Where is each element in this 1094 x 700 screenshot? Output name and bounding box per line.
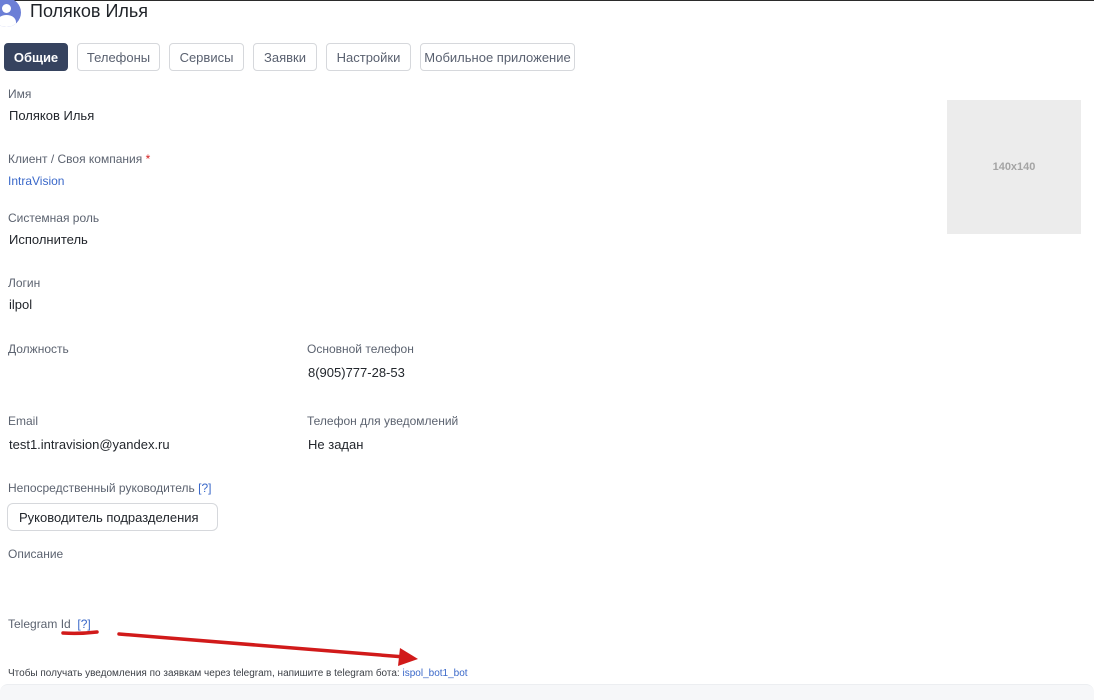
telegram-hint-text: Чтобы получать уведомления по заявкам че…: [8, 668, 400, 679]
description-label: Описание: [8, 547, 64, 561]
photo-placeholder[interactable]: 140x140: [947, 100, 1081, 234]
telegram-label: Telegram Id [?]: [8, 617, 91, 631]
annotation-underline: [61, 630, 99, 636]
position-label: Должность: [8, 342, 69, 356]
client-label: Клиент / Своя компания *: [8, 152, 151, 166]
login-label: Логин: [8, 276, 41, 290]
name-label: Имя: [8, 87, 32, 101]
notify-phone-value: Не задан: [308, 437, 364, 452]
page-title: Поляков Илья: [30, 1, 149, 21]
manager-select[interactable]: Руководитель подразделения: [7, 503, 218, 531]
manager-help-link[interactable]: [?]: [198, 481, 211, 495]
required-mark: *: [145, 152, 151, 166]
tab-mobile-app[interactable]: Мобильное приложение: [420, 43, 575, 71]
role-value: Исполнитель: [9, 232, 88, 247]
annotation-arrow-shaft: [117, 632, 407, 659]
main-phone-label: Основной телефон: [307, 342, 414, 356]
telegram-bot-link[interactable]: ispol_bot1_bot: [403, 668, 468, 679]
annotation-arrowhead: [398, 648, 418, 666]
user-avatar-icon: [0, 0, 21, 27]
name-value: Поляков Илья: [9, 108, 95, 123]
tab-services[interactable]: Сервисы: [169, 43, 244, 71]
role-label: Системная роль: [8, 211, 100, 225]
tab-bar: Общие Телефоны Сервисы Заявки Настройки …: [4, 43, 584, 71]
tab-settings[interactable]: Настройки: [326, 43, 411, 71]
telegram-hint: Чтобы получать уведомления по заявкам че…: [8, 668, 468, 679]
email-label: Email: [8, 414, 39, 428]
manager-label: Непосредственный руководитель [?]: [8, 481, 212, 495]
telegram-help-link[interactable]: [?]: [77, 617, 90, 631]
notify-phone-label: Телефон для уведомлений: [307, 414, 459, 428]
top-border: [0, 0, 1094, 1]
email-value: test1.intravision@yandex.ru: [9, 437, 170, 452]
annotation-overlay: [61, 630, 418, 666]
tab-general[interactable]: Общие: [4, 43, 68, 71]
main-phone-value: 8(905)777-28-53: [308, 365, 405, 380]
tab-phones[interactable]: Телефоны: [77, 43, 160, 71]
tab-requests[interactable]: Заявки: [253, 43, 317, 71]
client-link[interactable]: IntraVision: [8, 174, 64, 188]
bottom-panel: [0, 684, 1094, 700]
login-value: ilpol: [9, 297, 33, 312]
